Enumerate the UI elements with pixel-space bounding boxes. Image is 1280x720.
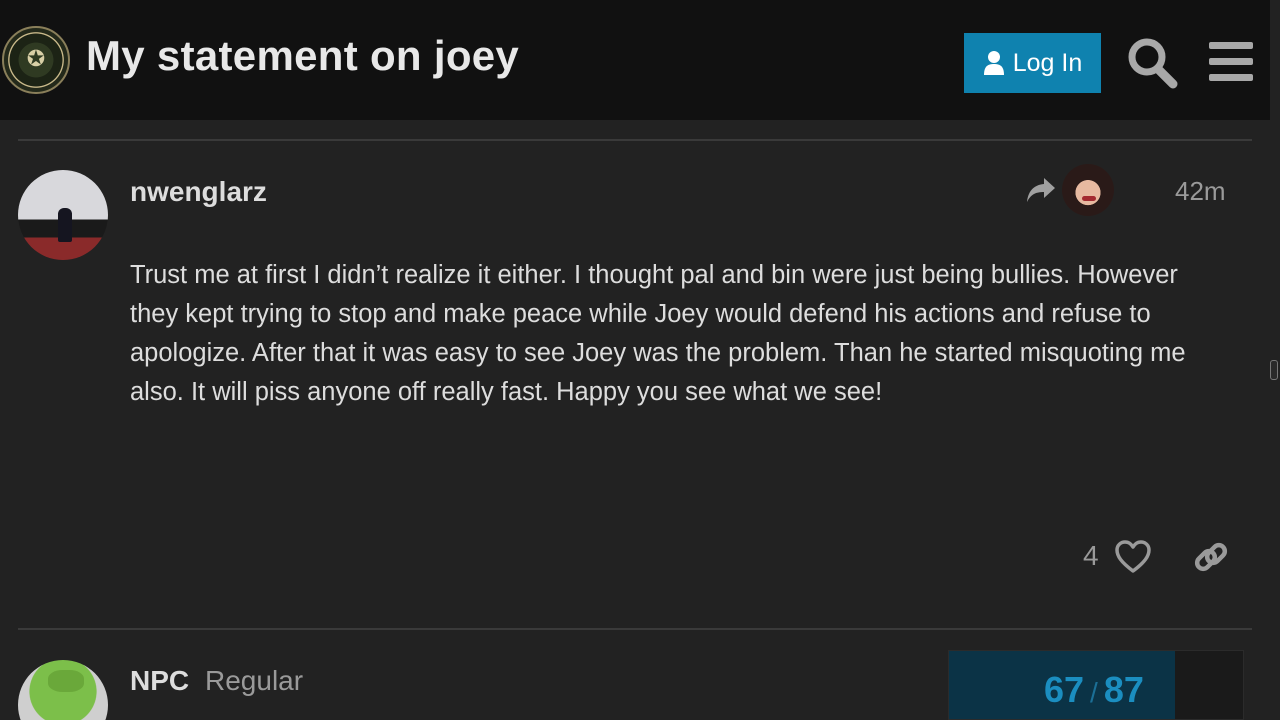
reply-to-avatar[interactable] xyxy=(1062,164,1114,216)
like-count[interactable]: 4 xyxy=(1083,540,1099,572)
avatar-mouth xyxy=(1082,196,1096,201)
user-title: Regular xyxy=(205,665,304,696)
search-button[interactable] xyxy=(1126,36,1178,90)
heart-icon xyxy=(1115,540,1151,573)
hamburger-menu-icon xyxy=(1209,42,1253,81)
copy-link-button[interactable] xyxy=(1192,538,1230,576)
eagle-emblem-icon: ✪ xyxy=(26,47,46,72)
post-username[interactable]: NPC xyxy=(130,665,189,697)
post-username[interactable]: nwenglarz xyxy=(130,176,267,208)
link-icon xyxy=(1194,542,1228,572)
avatar[interactable] xyxy=(18,170,108,260)
topic-progress[interactable]: 67/87 xyxy=(948,650,1244,720)
user-icon xyxy=(983,51,1004,75)
search-icon xyxy=(1128,38,1178,89)
post-date[interactable]: 42m xyxy=(1175,176,1226,207)
reply-to-button[interactable] xyxy=(1026,176,1056,204)
login-label: Log In xyxy=(1012,48,1083,77)
progress-separator: / xyxy=(1090,677,1098,708)
avatar[interactable] xyxy=(18,660,108,720)
topic-progress-text: 67/87 xyxy=(1044,669,1144,711)
scrollbar-thumb[interactable] xyxy=(1270,360,1278,380)
progress-total: 87 xyxy=(1103,669,1144,710)
avatar-face xyxy=(48,670,84,692)
site-logo[interactable]: ✪ xyxy=(2,26,70,94)
site-header: ✪ My statement on joey Log In xyxy=(0,0,1270,120)
login-button[interactable]: Log In xyxy=(964,33,1101,93)
avatar-figure xyxy=(58,208,72,242)
post-body: Trust me at first I didn’t realize it ei… xyxy=(130,261,1186,406)
progress-current: 67 xyxy=(1044,669,1085,710)
post-divider xyxy=(18,139,1252,141)
hamburger-menu-button[interactable] xyxy=(1208,40,1254,84)
post-divider xyxy=(18,628,1252,630)
topic-title[interactable]: My statement on joey xyxy=(86,32,519,80)
like-button[interactable] xyxy=(1115,540,1151,574)
reply-arrow-icon xyxy=(1027,178,1055,202)
